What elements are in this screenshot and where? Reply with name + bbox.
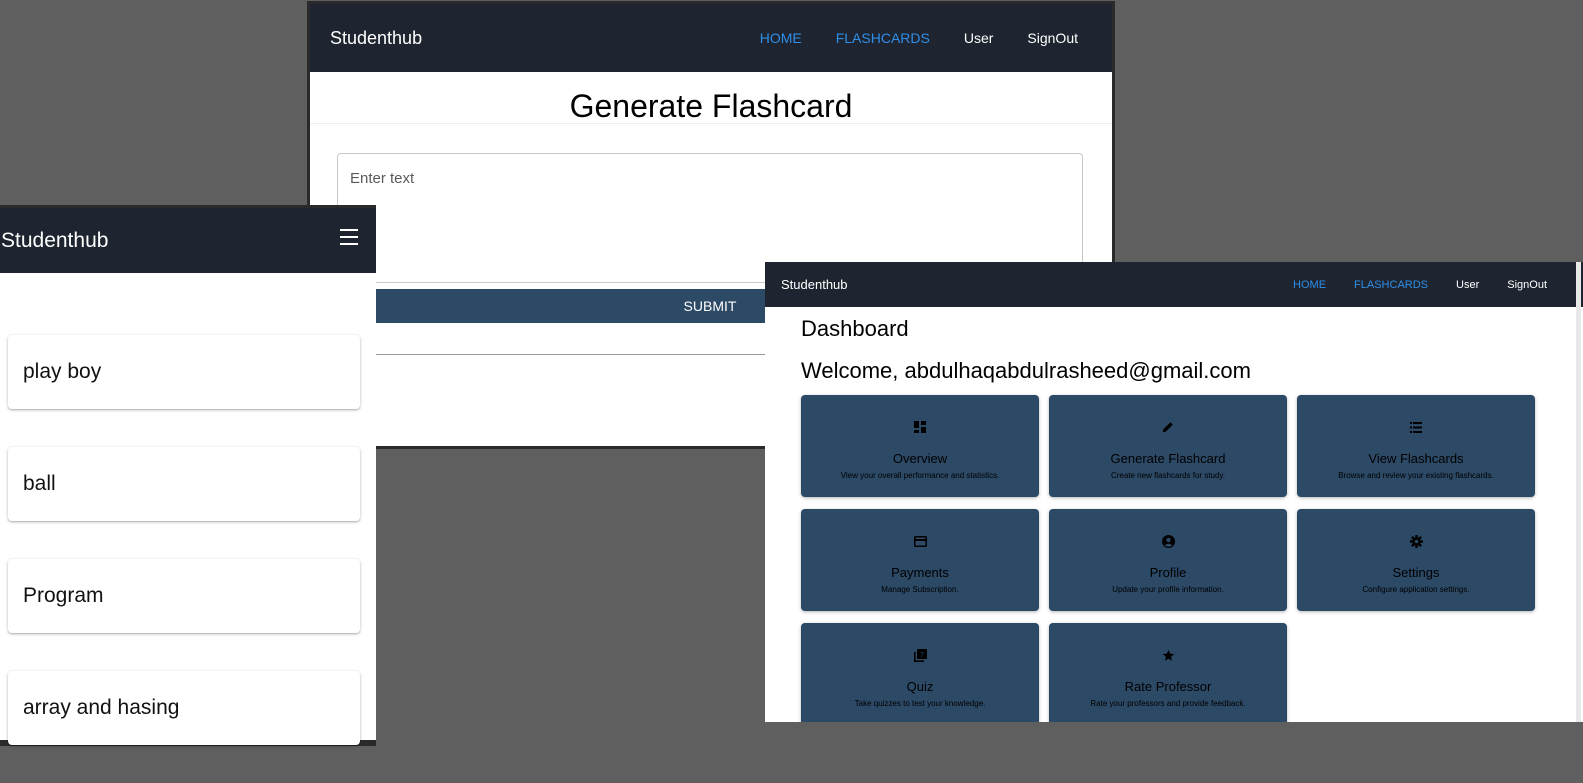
- divider: [310, 123, 1112, 124]
- credit-card-icon: [913, 534, 927, 548]
- brand-logo[interactable]: Studenthub: [765, 277, 848, 292]
- flashcard-list: play boy ball Program array and hasing: [8, 335, 360, 783]
- page-title: Dashboard: [801, 316, 909, 341]
- mobile-navbar: Studenthub: [0, 208, 376, 273]
- tile-title: Quiz: [906, 679, 934, 694]
- nav-home-link[interactable]: HOME: [760, 30, 802, 46]
- nav-user-link[interactable]: User: [964, 30, 994, 46]
- quiz-icon: ?: [913, 648, 927, 662]
- tile-title: Rate Professor: [1124, 679, 1212, 694]
- tile-generate-flashcard[interactable]: Generate Flashcard Create new flashcards…: [1049, 395, 1287, 497]
- brand-logo[interactable]: Studenthub: [330, 28, 422, 49]
- tile-description: Configure application settings.: [1362, 585, 1470, 594]
- star-icon: [1161, 648, 1175, 662]
- hamburger-menu-icon[interactable]: [340, 229, 358, 245]
- tile-rate-professor[interactable]: Rate Professor Rate your professors and …: [1049, 623, 1287, 722]
- nav-user-link[interactable]: User: [1456, 279, 1479, 291]
- welcome-message: Welcome, abdulhaqabdulrasheed@gmail.com: [801, 358, 1251, 383]
- dashboard-window: Studenthub HOME FLASHCARDS User SignOut …: [765, 262, 1583, 722]
- svg-text:?: ?: [920, 651, 924, 659]
- nav-links: HOME FLASHCARDS User SignOut: [1265, 262, 1547, 307]
- gear-icon: [1409, 534, 1423, 548]
- flashcard-item[interactable]: play boy: [8, 335, 360, 409]
- tile-description: Take quizzes to test your knowledge.: [854, 699, 986, 708]
- nav-flashcards-link[interactable]: FLASHCARDS: [836, 30, 930, 46]
- tile-description: Manage Subscription.: [881, 585, 959, 594]
- tile-quiz[interactable]: ? Quiz Take quizzes to test your knowled…: [801, 623, 1039, 722]
- nav-signout-link[interactable]: SignOut: [1027, 30, 1078, 46]
- list-icon: [1409, 420, 1423, 434]
- flashcard-item[interactable]: ball: [8, 447, 360, 521]
- page-title: Generate Flashcard: [569, 88, 853, 124]
- pencil-icon: [1161, 420, 1175, 434]
- nav-links: HOME FLASHCARDS User SignOut: [726, 4, 1078, 72]
- account-circle-icon: [1161, 534, 1175, 548]
- tile-profile[interactable]: Profile Update your profile information.: [1049, 509, 1287, 611]
- mobile-flashcards-window: Studenthub play boy ball Program array a…: [0, 205, 376, 746]
- tile-title: Settings: [1392, 565, 1440, 580]
- tile-settings[interactable]: Settings Configure application settings.: [1297, 509, 1535, 611]
- brand-logo[interactable]: Studenthub: [0, 229, 108, 253]
- tile-view-flashcards[interactable]: View Flashcards Browse and review your e…: [1297, 395, 1535, 497]
- tile-title: Overview: [892, 451, 948, 466]
- tile-description: Update your profile information.: [1112, 585, 1224, 594]
- tile-description: Rate your professors and provide feedbac…: [1090, 699, 1246, 708]
- tile-payments[interactable]: Payments Manage Subscription.: [801, 509, 1039, 611]
- nav-signout-link[interactable]: SignOut: [1507, 279, 1547, 291]
- tile-overview[interactable]: Overview View your overall performance a…: [801, 395, 1039, 497]
- dashboard-tile-grid: Overview View your overall performance a…: [801, 395, 1535, 722]
- flashcard-item[interactable]: array and hasing: [8, 671, 360, 745]
- tile-description: Browse and review your existing flashcar…: [1338, 471, 1494, 480]
- tile-description: View your overall performance and statis…: [840, 471, 1000, 480]
- tile-title: Generate Flashcard: [1110, 451, 1226, 466]
- top-navbar: Studenthub HOME FLASHCARDS User SignOut: [765, 262, 1583, 307]
- tile-description: Create new flashcards for study.: [1110, 471, 1226, 480]
- tile-title: View Flashcards: [1368, 451, 1464, 466]
- dashboard-icon: [913, 420, 927, 434]
- top-navbar: Studenthub HOME FLASHCARDS User SignOut: [310, 4, 1112, 72]
- tile-title: Profile: [1149, 565, 1187, 580]
- scrollbar[interactable]: [1576, 262, 1581, 722]
- nav-flashcards-link[interactable]: FLASHCARDS: [1354, 279, 1428, 291]
- tile-title: Payments: [891, 565, 949, 580]
- nav-home-link[interactable]: HOME: [1293, 279, 1326, 291]
- flashcard-item[interactable]: Program: [8, 559, 360, 633]
